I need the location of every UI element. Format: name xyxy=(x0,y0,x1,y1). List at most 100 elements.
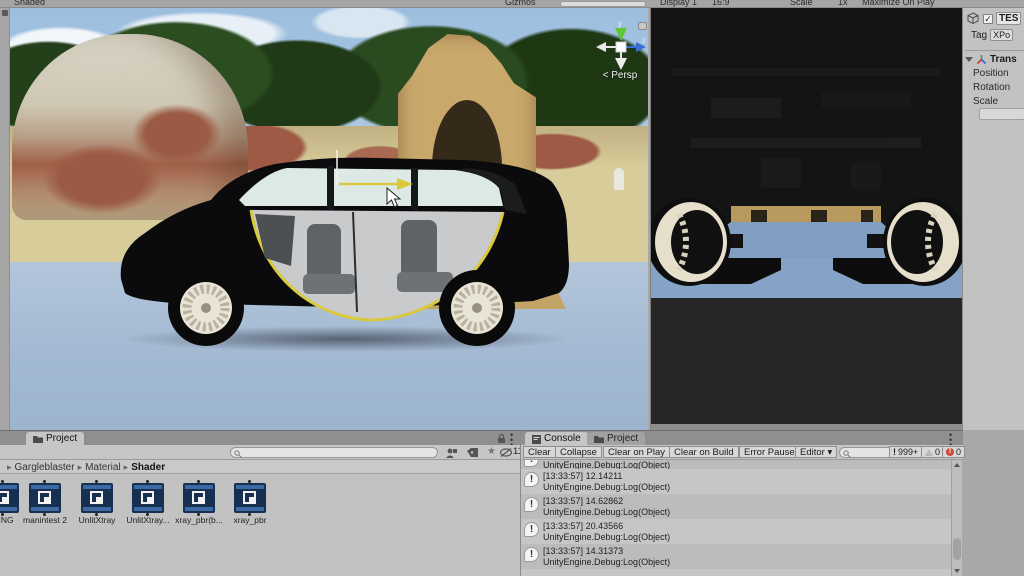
folder-icon xyxy=(33,435,43,443)
gizmo-neg-y-axis[interactable] xyxy=(615,58,627,70)
favorites-star-icon[interactable]: ★ xyxy=(487,446,496,457)
log-entry[interactable]: ! UnityEngine.Debug:Log(Object) xyxy=(521,460,952,469)
shader-asset-icon xyxy=(132,483,164,513)
warning-icon xyxy=(925,449,933,456)
aspect-dropdown[interactable]: 16:9 xyxy=(712,0,730,7)
tag-dropdown[interactable]: XPo xyxy=(990,29,1013,41)
shader-asset-icon xyxy=(0,483,19,513)
asset-item[interactable]: UnlitXtray... xyxy=(123,479,173,525)
lock-icon[interactable] xyxy=(638,22,647,30)
inspector-panel: ✓ TES Tag XPo Trans PositionX RotationX … xyxy=(962,8,1024,430)
asset-item[interactable]: xray_pbr(b... xyxy=(174,479,224,525)
car-model[interactable] xyxy=(115,154,575,346)
car-front-wheel xyxy=(168,270,244,346)
error-pause-button[interactable]: Error Pause xyxy=(739,446,800,458)
search-icon xyxy=(843,450,851,458)
gizmo-center-cube[interactable] xyxy=(616,42,626,52)
car-front-seat-base xyxy=(303,274,355,294)
inspector-value-field[interactable] xyxy=(979,108,1024,120)
tab-project-secondary[interactable]: Project xyxy=(587,432,645,446)
transform-title: Trans xyxy=(990,54,1017,65)
display-dropdown[interactable]: Display 1 xyxy=(660,0,697,7)
log-entry[interactable]: ! [13:33:57] 12.14211 UnityEngine.Debug:… xyxy=(521,469,952,494)
gizmos-dropdown[interactable]: Gizmos xyxy=(505,0,536,7)
breadcrumb-root[interactable]: Gargleblaster xyxy=(15,462,75,473)
shader-asset-icon xyxy=(234,483,266,513)
breadcrumb-material[interactable]: Material xyxy=(85,462,121,473)
collapse-button[interactable]: Collapse xyxy=(555,446,602,458)
scene-viewport[interactable]: y z < Persp xyxy=(10,8,648,430)
asset-item[interactable]: manintest 2 xyxy=(20,479,70,525)
car-rear-seat xyxy=(401,220,437,278)
error-icon: ! xyxy=(946,448,954,456)
hidden-count-eye-icon[interactable] xyxy=(500,448,512,457)
car-front-seat xyxy=(307,224,341,280)
wall-white-door xyxy=(614,168,624,190)
console-panel: Console Project ••• Clear Collapse Clear… xyxy=(520,430,962,576)
clear-button[interactable]: Clear xyxy=(523,446,556,458)
shaded-dropdown[interactable]: Shaded xyxy=(14,0,45,7)
shader-asset-icon xyxy=(81,483,113,513)
rotation-row: RotationX xyxy=(973,82,1024,93)
asset-grid: NING manintest 2 UnlitXtray UnlitXtray..… xyxy=(0,475,520,576)
folder-icon xyxy=(594,435,604,443)
console-toolbar: Clear Collapse Clear on Play Clear on Bu… xyxy=(521,445,963,460)
log-entry[interactable]: ! [13:33:57] 14.31373 UnityEngine.Debug:… xyxy=(521,544,952,569)
console-icon xyxy=(532,435,541,444)
car-rear-wheel xyxy=(439,270,515,346)
game-viewport[interactable] xyxy=(650,8,962,430)
scale-value: 1x xyxy=(838,0,848,7)
breadcrumb-shader[interactable]: Shader xyxy=(131,462,165,473)
car-c-pillar xyxy=(411,168,418,210)
persp-mode-label[interactable]: < Persp xyxy=(588,70,648,81)
project-tabbar: Project ••• xyxy=(0,430,520,445)
foldout-arrow-icon[interactable] xyxy=(965,57,973,62)
project-toolbar: ★ 11 xyxy=(0,445,520,460)
tab-console[interactable]: Console xyxy=(525,432,588,446)
log-entry[interactable]: ! [13:33:57] 14.62862 UnityEngine.Debug:… xyxy=(521,494,952,519)
clear-on-play-button[interactable]: Clear on Play xyxy=(603,446,670,458)
top-toolbar-strip: Shaded Gizmos Display 1 16:9 Scale 1x Ma… xyxy=(0,0,1024,8)
search-icon xyxy=(234,450,242,458)
info-log-filter[interactable]: !999+ xyxy=(889,446,922,458)
gizmo-y-axis[interactable] xyxy=(615,28,627,41)
warning-log-filter[interactable]: 0 xyxy=(921,446,944,458)
log-entry[interactable]: ! [13:33:57] 20.43566 UnityEngine.Debug:… xyxy=(521,519,952,544)
scale-label: Scale xyxy=(790,0,813,7)
shader-asset-icon xyxy=(29,483,61,513)
active-checkbox[interactable]: ✓ xyxy=(983,14,993,24)
scroll-up-icon[interactable] xyxy=(954,463,960,467)
scroll-down-icon[interactable] xyxy=(954,569,960,573)
gizmo-z-label: z xyxy=(642,36,646,45)
project-search-input[interactable] xyxy=(230,447,438,458)
game-render xyxy=(651,8,962,430)
car-windows xyxy=(239,168,503,206)
search-by-label-icon[interactable] xyxy=(467,448,478,457)
gameobject-name-field[interactable]: TES xyxy=(996,12,1021,25)
error-log-filter[interactable]: !0 xyxy=(942,446,965,458)
asset-item[interactable]: xray_pbr xyxy=(225,479,275,525)
editor-dropdown[interactable]: Editor ▾ xyxy=(795,446,837,458)
info-log-icon: ! xyxy=(524,547,539,562)
scene-search-input[interactable] xyxy=(560,1,646,7)
breadcrumb[interactable]: ▸Gargleblaster▸Material▸Shader xyxy=(0,460,520,474)
scroll-thumb[interactable] xyxy=(953,538,961,560)
console-log-list: ! UnityEngine.Debug:Log(Object) ! [13:33… xyxy=(521,460,952,576)
asset-item[interactable]: UnlitXtray xyxy=(72,479,122,525)
search-by-type-icon[interactable] xyxy=(446,448,457,458)
lock-icon[interactable] xyxy=(497,434,506,443)
maximize-on-play-button[interactable]: Maximize On Play xyxy=(862,0,935,7)
clear-on-build-button[interactable]: Clear on Build xyxy=(669,446,739,458)
transform-component-header[interactable]: Trans xyxy=(965,50,1024,65)
gizmo-x-axis[interactable] xyxy=(596,42,606,52)
info-log-icon: ! xyxy=(524,460,539,467)
tag-label: Tag xyxy=(971,30,987,41)
position-row: PositionX xyxy=(973,68,1024,79)
info-log-icon: ! xyxy=(524,472,539,487)
car-b-pillar xyxy=(327,166,334,210)
transform-icon xyxy=(976,54,987,65)
collapsed-panel-strip[interactable] xyxy=(0,8,10,430)
console-scrollbar[interactable] xyxy=(951,460,962,576)
info-log-icon: ! xyxy=(524,497,539,512)
tab-project[interactable]: Project xyxy=(26,432,84,446)
